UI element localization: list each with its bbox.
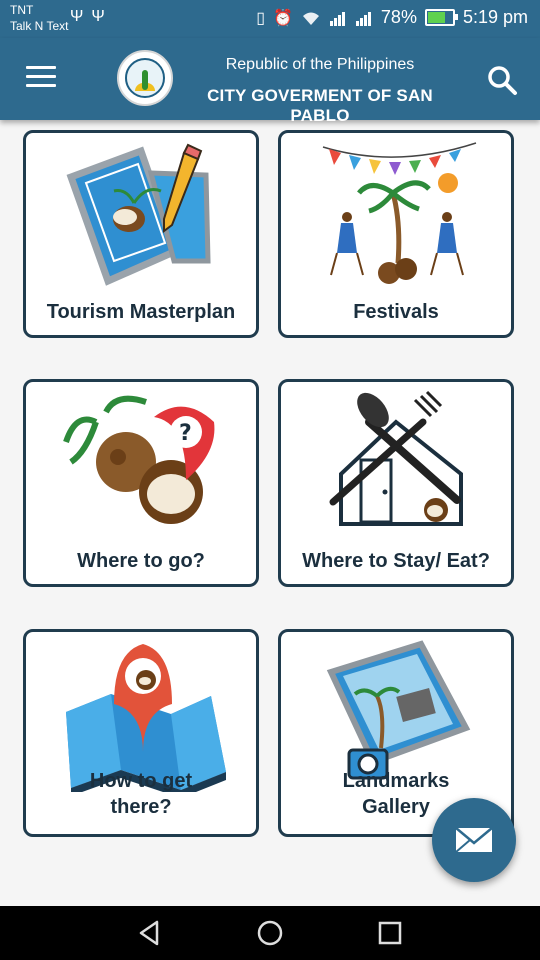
alarm-icon: ⏰ — [273, 9, 293, 27]
signal-icon — [355, 11, 371, 26]
vibrate-icon: ▯ — [256, 9, 265, 27]
carrier-subname: Talk N Text — [10, 19, 69, 33]
usb-icon: Ψ — [70, 8, 92, 25]
signal-icon — [329, 11, 345, 26]
house-utensils-icon — [329, 390, 463, 526]
navigation-bar — [0, 906, 540, 960]
city-seal-icon — [117, 50, 173, 106]
tile-where-to-go[interactable]: ? Where to go? — [23, 379, 259, 587]
app-subtitle: Republic of the Philippines — [225, 56, 415, 73]
home-icon[interactable] — [255, 918, 285, 948]
svg-text:?: ? — [179, 421, 192, 446]
tile-festivals[interactable]: Festivals — [278, 130, 514, 338]
wifi-icon — [302, 12, 319, 25]
tile-label: Where to go? — [77, 550, 205, 572]
clock: 5:19 pm — [462, 7, 528, 27]
app-bar: Republic of the Philippines CITY GOVERME… — [0, 38, 540, 125]
carrier-name: TNT — [10, 3, 34, 17]
festival-icon — [322, 142, 477, 284]
blueprint-pencil-icon — [66, 143, 211, 286]
usb-icon: Ψ — [91, 8, 113, 25]
back-icon[interactable] — [135, 918, 165, 948]
status-bar: TNT Talk N Text ΨΨ ▯ ⏰ 78% 5:19 pm — [0, 0, 540, 38]
tile-tourism-masterplan[interactable]: Tourism Masterplan — [23, 130, 259, 338]
tile-label: How to get there? — [89, 770, 193, 818]
mail-icon — [455, 827, 493, 853]
tile-label: Festivals — [353, 301, 439, 323]
tile-how-to-get-there[interactable]: How to get there? — [23, 629, 259, 837]
recents-icon[interactable] — [375, 918, 405, 948]
usb-icons: ΨΨ — [70, 8, 113, 26]
app-title: CITY GOVERMENT OF SAN PABLO — [207, 86, 433, 125]
battery-percent: 78% — [380, 7, 417, 27]
mail-fab-button[interactable] — [432, 798, 516, 882]
status-right: ▯ ⏰ 78% 5:19 pm — [256, 7, 528, 28]
tile-label: Tourism Masterplan — [46, 301, 236, 323]
coconut-location-icon: ? — [63, 395, 215, 524]
battery-icon — [424, 9, 458, 26]
hamburger-menu-icon[interactable] — [26, 66, 56, 90]
tile-where-to-stay-eat[interactable]: Where to Stay/ Eat? — [278, 379, 514, 587]
search-icon[interactable] — [486, 64, 518, 96]
tile-label: Where to Stay/ Eat? — [302, 550, 490, 572]
